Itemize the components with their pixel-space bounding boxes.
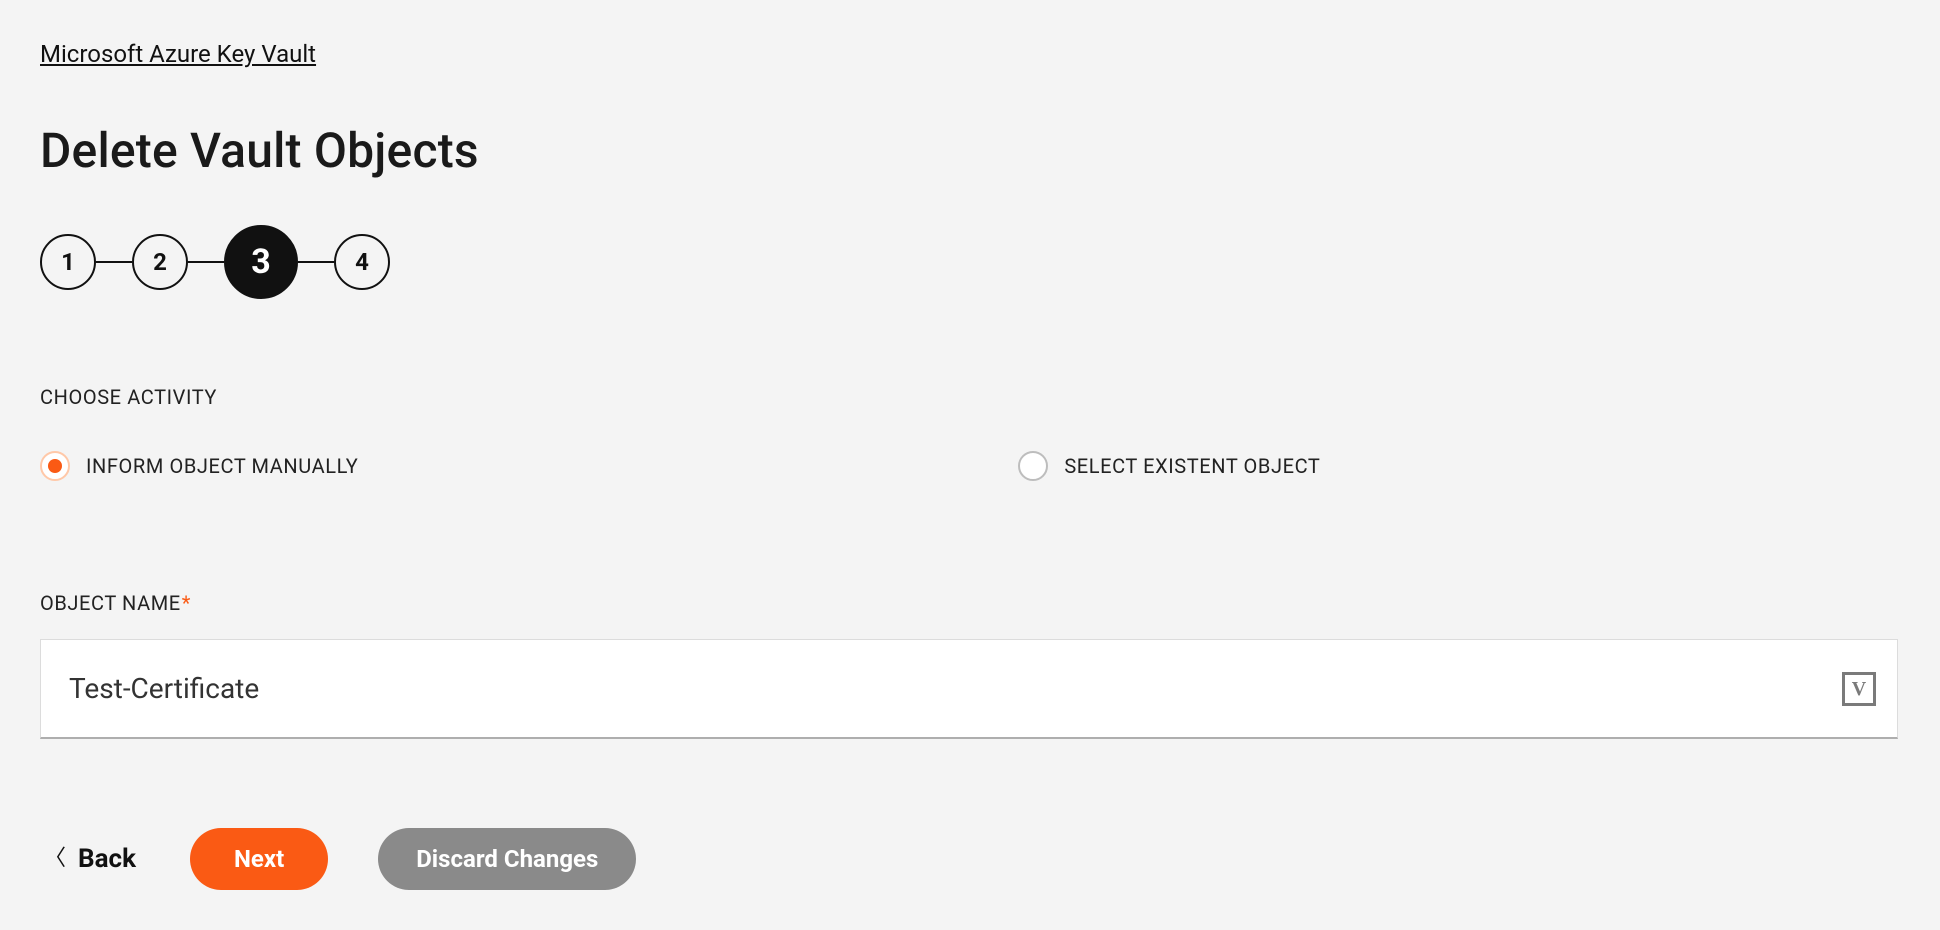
step-connector (298, 261, 334, 263)
radio-label: SELECT EXISTENT OBJECT (1064, 454, 1320, 478)
step-connector (96, 261, 132, 263)
object-name-input-wrap: V (40, 639, 1898, 739)
page-root: Microsoft Azure Key Vault Delete Vault O… (0, 0, 1940, 930)
step-4[interactable]: 4 (334, 234, 390, 290)
breadcrumb-link[interactable]: Microsoft Azure Key Vault (40, 40, 1900, 68)
radio-label: INFORM OBJECT MANUALLY (86, 454, 358, 478)
step-1[interactable]: 1 (40, 234, 96, 290)
radio-indicator (40, 451, 70, 481)
variable-icon[interactable]: V (1842, 672, 1876, 706)
object-name-input[interactable] (40, 639, 1898, 739)
stepper: 1 2 3 4 (40, 225, 1900, 299)
discard-changes-button[interactable]: Discard Changes (378, 828, 636, 890)
radio-indicator (1018, 451, 1048, 481)
object-name-label: OBJECT NAME (40, 591, 181, 615)
back-button[interactable]: 〈 Back (40, 836, 140, 882)
step-connector (188, 261, 224, 263)
object-name-field: OBJECT NAME* V (40, 591, 1900, 739)
radio-inform-manually[interactable]: INFORM OBJECT MANUALLY (40, 451, 358, 481)
step-3[interactable]: 3 (224, 225, 298, 299)
radio-select-existent[interactable]: SELECT EXISTENT OBJECT (1018, 451, 1320, 481)
chevron-left-icon: 〈 (44, 848, 66, 870)
radio-dot-icon (48, 459, 62, 473)
page-title: Delete Vault Objects (40, 122, 1900, 179)
back-button-label: Back (78, 844, 136, 874)
step-2[interactable]: 2 (132, 234, 188, 290)
choose-activity-label: CHOOSE ACTIVITY (40, 385, 1900, 409)
wizard-footer: 〈 Back Next Discard Changes (40, 798, 1900, 900)
next-button[interactable]: Next (190, 828, 328, 890)
activity-radio-group: INFORM OBJECT MANUALLY SELECT EXISTENT O… (40, 451, 1900, 481)
required-mark: * (182, 591, 191, 615)
